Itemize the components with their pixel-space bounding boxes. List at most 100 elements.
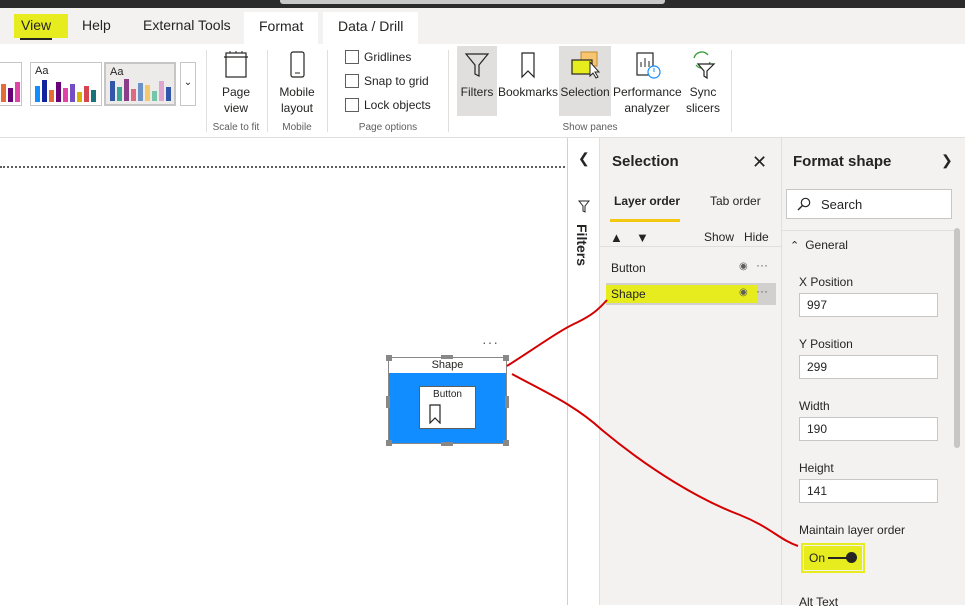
page-boundary-line [0,166,565,168]
chevron-up-icon: ⌃ [790,240,800,252]
ribbon-divider [206,50,207,132]
more-options-icon[interactable]: ··· [756,284,768,298]
eye-icon[interactable]: ◉ [739,287,748,298]
checkbox-box [345,74,359,88]
lock-objects-checkbox[interactable]: Lock objects [345,98,431,116]
tab-layer-order[interactable]: Layer order [614,194,680,208]
funnel-icon [464,53,490,77]
resize-handle[interactable] [441,355,453,359]
tab-external-tools[interactable]: External Tools [143,16,231,44]
sync-slicers-label: Sync slicers [685,85,720,115]
gridlines-label: Gridlines [364,50,412,64]
ribbon: Aa Aa ⌄ Page view Scale to fit Mobile la… [0,44,965,138]
resize-handle[interactable] [441,442,453,446]
show-button[interactable]: Show [704,230,734,244]
hide-button[interactable]: Hide [744,230,769,244]
theme-swatch-selected[interactable]: Aa [104,62,176,106]
tab-data-drill[interactable]: Data / Drill [323,12,419,44]
button-visual[interactable]: Button [419,386,476,429]
mobile-group-label: Mobile [282,122,312,133]
theme-aa-label: Aa [35,65,49,77]
y-position-label: Y Position [799,337,853,351]
checkbox-box [345,98,359,112]
selection-pane: Selection ✕ Layer order Tab order ▲ ▼ Sh… [600,138,781,605]
toggle-knob [846,552,857,563]
y-position-field[interactable]: 299 [799,355,938,379]
tab-underline [610,219,680,222]
maintain-layer-order-toggle[interactable]: On [804,546,862,570]
selection-icon [571,51,601,79]
ribbon-divider [448,50,449,132]
title-search-box[interactable] [280,0,665,4]
resize-handle[interactable] [503,440,509,446]
height-label: Height [799,461,834,475]
title-bar [0,0,965,8]
active-tab-underline [20,38,52,40]
width-label: Width [799,399,830,413]
more-options-icon[interactable]: ··· [756,258,768,272]
move-down-icon[interactable]: ▼ [636,230,649,245]
section-general[interactable]: ⌃ General [790,238,848,252]
scrollbar-thumb[interactable] [954,228,960,448]
width-field[interactable]: 190 [799,417,938,441]
resize-handle[interactable] [505,396,509,408]
chevron-left-icon[interactable]: ❮ [578,150,590,167]
filters-pane-label: Filters [574,224,590,267]
bookmark-icon [429,404,441,424]
resize-handle[interactable] [386,396,390,408]
mobile-layout-label: Mobile layout [279,85,315,115]
eye-icon[interactable]: ◉ [739,261,748,272]
chevron-right-icon[interactable]: ❯ [941,152,953,169]
tab-format[interactable]: Format [244,12,319,44]
height-field[interactable]: 141 [799,479,938,503]
sync-slicers-button[interactable]: Sync slicers [682,50,724,116]
close-icon[interactable]: ✕ [752,152,767,173]
layer-item-label: Shape [611,287,646,301]
format-pane-title: Format shape [793,153,892,170]
report-canvas[interactable]: ··· Shape Button [0,138,567,605]
performance-analyzer-icon [636,52,661,79]
theme-swatch[interactable]: Aa [30,62,102,106]
funnel-icon [578,200,590,213]
divider [782,230,956,231]
tab-help[interactable]: Help [82,16,111,44]
page-view-icon [224,51,248,78]
page-options-group-label: Page options [358,122,418,133]
layer-item-button[interactable]: Button ◉ ··· [606,258,776,278]
bookmarks-pane-button[interactable]: Bookmarks [497,50,559,100]
page-view-button[interactable]: Page view [214,50,258,116]
visual-more-options-icon[interactable]: ··· [482,334,499,350]
x-position-field[interactable]: 997 [799,293,938,317]
move-up-icon[interactable]: ▲ [610,230,623,245]
resize-handle[interactable] [386,355,392,361]
gridlines-checkbox[interactable]: Gridlines [345,50,411,68]
ribbon-divider [267,50,268,132]
tab-tab-order[interactable]: Tab order [710,194,761,208]
filters-pane-collapsed[interactable]: ❮ Filters [567,138,600,605]
shape-visual[interactable]: Shape Button [386,355,509,446]
format-pane: Format shape ❯ Search ⌃ General X Positio… [781,138,965,609]
snap-to-grid-label: Snap to grid [364,74,429,88]
snap-to-grid-checkbox[interactable]: Snap to grid [345,74,429,92]
resize-handle[interactable] [503,355,509,361]
format-search-box[interactable]: Search [786,189,952,219]
shape-visual-title: Shape [431,359,464,371]
performance-analyzer-button[interactable]: Performance analyzer [613,50,682,116]
theme-gallery-expand-button[interactable]: ⌄ [180,62,196,106]
filters-label: Filters [460,85,494,99]
theme-swatch[interactable] [0,62,22,106]
bookmark-icon [521,52,535,79]
theme-aa-label: Aa [110,66,124,78]
mobile-layout-button[interactable]: Mobile layout [272,50,322,116]
selection-pane-title: Selection [612,153,679,170]
toggle-state-label: On [809,551,826,565]
checkbox-box [345,50,359,64]
layer-item-shape-selected[interactable]: Shape ◉ ··· [606,283,776,305]
selection-pane-button[interactable]: Selection [559,46,611,116]
show-panes-group-label: Show panes [562,122,618,133]
resize-handle[interactable] [386,440,392,446]
filters-pane-button[interactable]: Filters [457,46,497,116]
section-general-label: General [805,238,848,252]
sync-slicers-icon [693,51,716,80]
scale-to-fit-group-label: Scale to fit [212,122,260,133]
